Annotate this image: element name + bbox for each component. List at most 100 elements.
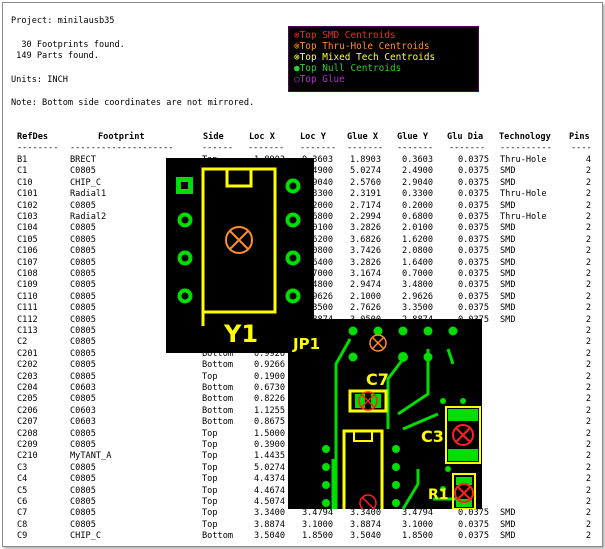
table-cell: 2.7174	[349, 200, 381, 211]
table-cell: 0.6730	[253, 383, 285, 393]
table-cell: C102	[17, 200, 38, 211]
table-cell: C101	[17, 189, 38, 200]
table-cell: C0805	[70, 497, 96, 507]
table-cell: C108	[17, 269, 38, 279]
table-cell: 2.7626	[349, 303, 381, 314]
table-cell: 2	[585, 383, 591, 393]
table-cell: 3.5040	[349, 531, 381, 542]
table-cell: 5.0274	[253, 462, 285, 473]
table-cell: 4.4674	[253, 485, 285, 496]
table-cell: 0.8675	[253, 417, 285, 428]
table-cell: 1.8903	[349, 155, 381, 165]
table-cell: C0805	[70, 428, 96, 439]
column-dash: --------------------	[70, 143, 174, 153]
column-header: Loc X	[249, 132, 275, 142]
table-cell: 0.0375	[457, 223, 489, 234]
table-cell: 2	[585, 212, 591, 222]
table-cell: C0805	[70, 223, 96, 234]
table-cell: C0603	[70, 405, 96, 416]
table-cell: 2.0800	[401, 246, 433, 257]
table-cell: 4.4374	[253, 474, 285, 485]
table-cell: C0805	[70, 314, 96, 325]
table-cell: C207	[17, 417, 38, 428]
table-cell: 0.0375	[457, 177, 489, 188]
column-dash: -------	[300, 143, 337, 153]
table-cell: 0.8226	[253, 394, 285, 405]
legend-item: ○Top Glue	[294, 75, 345, 85]
table-cell: 2	[585, 405, 591, 416]
table-cell: SMD	[500, 257, 516, 268]
table-cell: 0.0375	[457, 257, 489, 268]
table-cell: Bottom	[202, 360, 234, 371]
table-cell: C0805	[70, 360, 96, 371]
table-cell: 3.2826	[349, 223, 381, 234]
table-cell: C0805	[70, 246, 96, 257]
table-cell: C110	[17, 291, 38, 302]
table-cell: Top	[202, 497, 218, 507]
table-cell: 3.4800	[401, 280, 433, 291]
table-cell: C8	[17, 519, 28, 530]
table-cell: 4	[585, 155, 591, 165]
footprints-count: 30 Footprints found.	[11, 40, 125, 50]
table-cell: 2.4900	[401, 166, 433, 177]
table-cell: 3.1000	[401, 519, 433, 530]
column-header: Technology	[499, 132, 551, 142]
table-cell: Thru-Hole	[500, 155, 547, 165]
y1-label: Y1	[224, 320, 259, 348]
table-cell: BRECT	[70, 155, 96, 165]
table-row: C8 C0805 Top 3.8874 3.1000 3.8874 3.1000 0.0375…	[3, 520, 602, 531]
table-cell: C7	[17, 508, 28, 519]
table-cell: C209	[17, 440, 38, 450]
table-cell: 0.0375	[457, 155, 489, 165]
table-cell: SMD	[500, 269, 516, 279]
table-cell: C201	[17, 348, 38, 359]
table-cell: C0805	[70, 519, 96, 530]
table-cell: C104	[17, 223, 38, 234]
units-line: Units: INCH	[11, 75, 68, 85]
table-cell: Bottom	[202, 405, 234, 416]
table-cell: 2	[585, 234, 591, 245]
table-cell: 0.0375	[457, 531, 489, 542]
note-line: Note: Bottom side coordinates are not mi…	[11, 98, 255, 108]
table-cell: SMD	[500, 519, 516, 530]
table-cell: 3.4794	[401, 508, 433, 519]
table-cell: 1.6200	[401, 234, 433, 245]
table-cell: 3.3500	[401, 303, 433, 314]
table-cell: 2	[585, 360, 591, 371]
table-cell: 2.0100	[401, 223, 433, 234]
table-cell: Bottom	[202, 383, 234, 393]
table-cell: 0.0375	[457, 234, 489, 245]
table-cell: 2	[585, 246, 591, 257]
table-cell: SMD	[500, 280, 516, 291]
table-cell: Bottom	[202, 531, 234, 542]
table-cell: 3.1674	[349, 269, 381, 279]
table-cell: 0.7000	[401, 269, 433, 279]
table-cell: 2.9474	[349, 280, 381, 291]
table-cell: 2.9040	[401, 177, 433, 188]
table-cell: 2	[585, 269, 591, 279]
table-cell: C107	[17, 257, 38, 268]
table-cell: 0.0375	[457, 269, 489, 279]
table-cell: C0805	[70, 234, 96, 245]
table-cell: C0805	[70, 337, 96, 348]
table-cell: C0603	[70, 417, 96, 428]
table-cell: 1.1255	[253, 405, 285, 416]
table-cell: 2	[585, 257, 591, 268]
table-cell: 2	[585, 200, 591, 211]
table-cell: MyTANT_A	[70, 451, 112, 462]
table-cell: 0.2000	[401, 200, 433, 211]
legend-item: ●Top Null Centroids	[294, 64, 401, 74]
table-cell: 2	[585, 371, 591, 382]
table-cell: 2	[585, 428, 591, 439]
table-cell: 3.6826	[349, 234, 381, 245]
table-cell: SMD	[500, 166, 516, 177]
table-cell: SMD	[500, 314, 516, 325]
table-cell: 2	[585, 189, 591, 200]
table-cell: 2	[585, 440, 591, 450]
table-cell: Top	[202, 428, 218, 439]
table-cell: SMD	[500, 223, 516, 234]
table-cell: 1.4435	[253, 451, 285, 462]
column-dash: -------	[347, 143, 384, 153]
table-cell: 2	[585, 223, 591, 234]
table-cell: 2	[585, 417, 591, 428]
